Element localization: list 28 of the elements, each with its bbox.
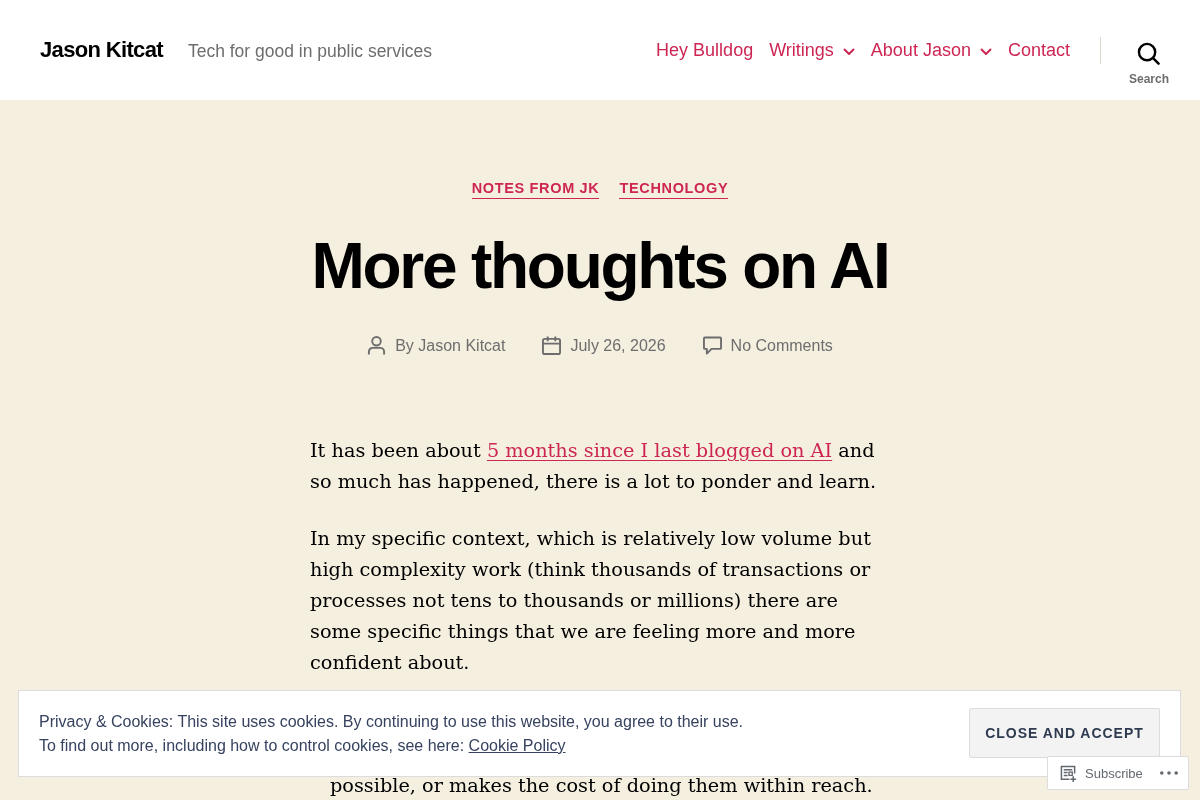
speech-bubble-icon <box>702 336 722 355</box>
post-link[interactable]: 5 months since I last blogged on AI <box>486 439 833 462</box>
cookie-policy-link[interactable]: Cookie Policy <box>468 736 566 754</box>
body-paragraph: In my specific context, which is relatively low volume but high complexity work (think thousands of transactions or processes not tens to thousands or millions) there are some specific things that we are feeling more and more confident about. <box>310 526 872 676</box>
body-paragraph: It has been about 5 months since I last blogged on AI and so much has happened, there is a lot to ponder and learn. <box>310 438 878 495</box>
nav-link[interactable]: Contact <box>1007 39 1070 61</box>
author-link[interactable]: By Jason Kitcat <box>395 336 506 355</box>
site-tagline: Tech for good in public services <box>187 41 433 62</box>
category-link[interactable]: TECHNOLOGY <box>619 179 729 199</box>
more-options-icon[interactable] <box>1160 771 1178 775</box>
document-plus-icon <box>1060 764 1077 782</box>
nav-menu-item[interactable]: About Jason <box>870 39 992 61</box>
close-and-accept-button[interactable]: CLOSE AND ACCEPT <box>969 708 1160 758</box>
cookie-notice-text: Privacy & Cookies: This site uses cookies. By continuing to use this website, you agree to their use. <box>39 711 745 732</box>
calendar-icon <box>542 336 562 355</box>
subscribe-button[interactable]: Subscribe <box>1060 764 1143 782</box>
body-text-line: possible, or makes the cost of doing them within reach. <box>329 775 874 797</box>
search-button[interactable]: Search <box>1128 41 1169 86</box>
search-icon <box>1137 41 1161 65</box>
nav-menu-item[interactable]: Writings <box>769 39 855 61</box>
comments-link[interactable]: No Comments <box>730 336 833 355</box>
post-title: More thoughts on AI <box>311 229 889 304</box>
nav-link[interactable]: Hey Bulldog <box>656 39 754 61</box>
post-date-link[interactable]: July 26, 2026 <box>570 336 666 355</box>
person-icon <box>367 336 387 355</box>
category-link[interactable]: NOTES FROM JK <box>471 179 600 199</box>
site-title[interactable]: Jason Kitcat <box>40 37 163 63</box>
cookie-notice-text: To find out more, including how to control cookies, see here: Cookie Policy <box>39 735 567 756</box>
